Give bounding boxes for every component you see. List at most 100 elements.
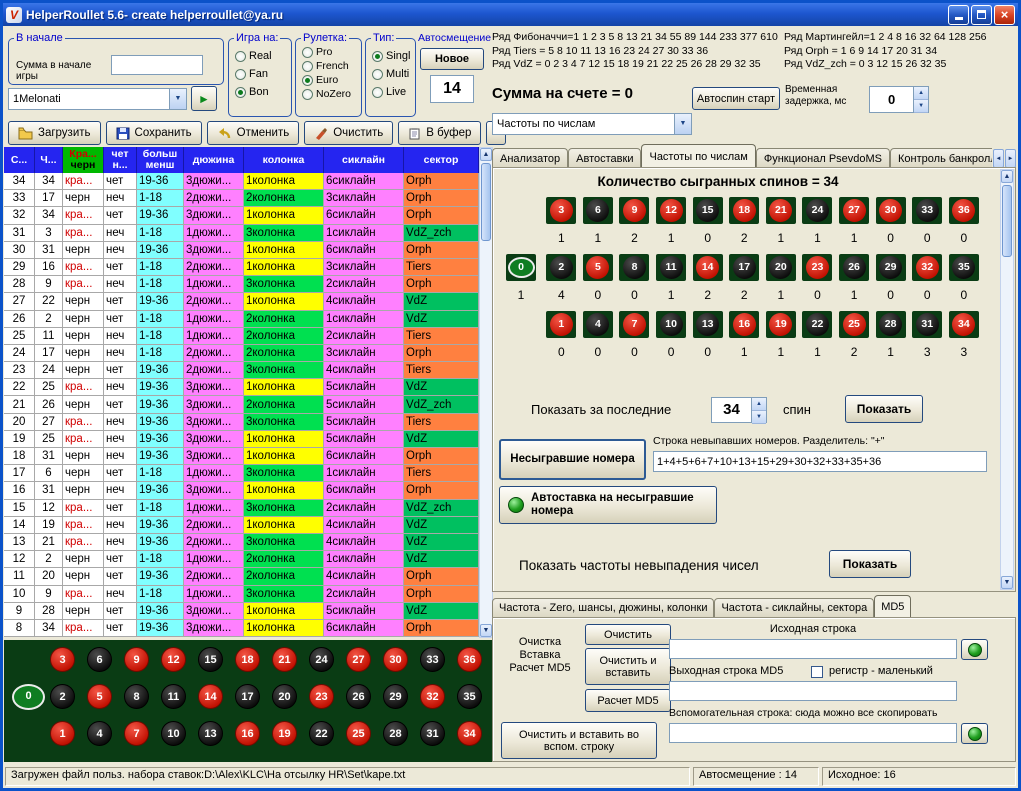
board-number-2[interactable]: 2 (50, 684, 75, 709)
titlebar[interactable]: V HelperRoullet 5.6- create helperroulle… (3, 3, 1018, 26)
undo-button[interactable]: Отменить (207, 121, 300, 145)
board-number-25[interactable]: 25 (346, 721, 371, 746)
board-number-20[interactable]: 20 (272, 684, 297, 709)
radio-icon[interactable] (302, 61, 313, 72)
radio-icon[interactable] (302, 89, 313, 100)
board-number-8[interactable]: 8 (124, 684, 149, 709)
scroll-down-icon[interactable]: ▼ (480, 624, 492, 637)
play-button[interactable]: ► (191, 86, 217, 111)
aux-string-input[interactable] (669, 723, 957, 743)
tab-md5[interactable]: MD5 (874, 595, 911, 617)
freq-number-29[interactable]: 29 (876, 254, 906, 281)
output-string-input[interactable] (669, 681, 957, 701)
scroll-up-icon[interactable]: ▲ (480, 148, 492, 161)
board-number-24[interactable]: 24 (309, 647, 334, 672)
table-row[interactable]: 176чернчет1-181дюжи...3колонка1сиклайнTi… (4, 465, 479, 482)
board-number-23[interactable]: 23 (309, 684, 334, 709)
board-number-13[interactable]: 13 (198, 721, 223, 746)
freq-number-35[interactable]: 35 (949, 254, 979, 281)
radio-icon[interactable] (235, 69, 246, 80)
board-number-34[interactable]: 34 (457, 721, 482, 746)
board-number-10[interactable]: 10 (161, 721, 186, 746)
freq-number-30[interactable]: 30 (876, 197, 906, 224)
freq-number-7[interactable]: 7 (619, 311, 649, 338)
freq-number-18[interactable]: 18 (729, 197, 759, 224)
table-row[interactable]: 122чернчет1-181дюжи...2колонка1сиклайнVd… (4, 551, 479, 568)
table-row[interactable]: 109кра...неч1-181дюжи...3колонка2сиклайн… (4, 586, 479, 603)
freq-number-20[interactable]: 20 (766, 254, 796, 281)
freq-number-13[interactable]: 13 (693, 311, 723, 338)
last-spins-spinner[interactable]: 34 ▲▼ (711, 397, 767, 423)
spin-up-icon[interactable]: ▲ (914, 87, 928, 100)
board-number-30[interactable]: 30 (383, 647, 408, 672)
freq-number-26[interactable]: 26 (839, 254, 869, 281)
table-row[interactable]: 1631черннеч19-363дюжи...1колонка6сиклайн… (4, 482, 479, 499)
spin-up-icon[interactable]: ▲ (752, 398, 766, 411)
tab-частоты-по-числам[interactable]: Частоты по числам (641, 144, 755, 168)
radio-icon[interactable] (372, 69, 383, 80)
mode-combobox[interactable]: Частоты по числам ▼ (492, 113, 692, 135)
dropdown-arrow-icon[interactable]: ▼ (674, 114, 691, 134)
radio-option-live[interactable]: Live (372, 86, 415, 98)
freq-number-12[interactable]: 12 (656, 197, 686, 224)
board-number-5[interactable]: 5 (87, 684, 112, 709)
board-number-16[interactable]: 16 (235, 721, 260, 746)
freq-number-6[interactable]: 6 (583, 197, 613, 224)
board-number-6[interactable]: 6 (87, 647, 112, 672)
table-row[interactable]: 2511черннеч1-181дюжи...2колонка2сиклайнT… (4, 328, 479, 345)
freq-number-25[interactable]: 25 (839, 311, 869, 338)
delay-spinner[interactable]: 0 ▲▼ (869, 86, 929, 113)
freq-number-22[interactable]: 22 (802, 311, 832, 338)
table-row[interactable]: 1120чернчет19-362дюжи...2колонка4сиклайн… (4, 568, 479, 585)
save-button[interactable]: Сохранить (106, 121, 202, 145)
board-number-35[interactable]: 35 (457, 684, 482, 709)
clear-button[interactable]: Очистить (304, 121, 393, 145)
freq-number-33[interactable]: 33 (912, 197, 942, 224)
md5-calc-button[interactable]: Расчет MD5 (585, 689, 671, 712)
md5-clear-button[interactable]: Очистить (585, 624, 671, 645)
board-number-9[interactable]: 9 (124, 647, 149, 672)
radio-icon[interactable] (235, 87, 246, 98)
new-autoshift-button[interactable]: Новое (420, 48, 484, 70)
freq-number-3[interactable]: 3 (546, 197, 576, 224)
scrollbar-thumb[interactable] (1002, 185, 1012, 257)
scroll-up-icon[interactable]: ▲ (1001, 170, 1013, 183)
start-sum-input[interactable] (111, 55, 203, 75)
radio-option-bon[interactable]: Bon (235, 86, 291, 98)
freq-number-15[interactable]: 15 (693, 197, 723, 224)
missed-numbers-input[interactable] (653, 451, 987, 472)
freq-number-14[interactable]: 14 (693, 254, 723, 281)
freq-number-16[interactable]: 16 (729, 311, 759, 338)
radio-option-singl[interactable]: Singl (372, 50, 415, 62)
close-button[interactable]: × (994, 5, 1015, 25)
freq-number-27[interactable]: 27 (839, 197, 869, 224)
board-number-17[interactable]: 17 (235, 684, 260, 709)
radio-option-real[interactable]: Real (235, 50, 291, 62)
freq-number-31[interactable]: 31 (912, 311, 942, 338)
tab-функционал-psevdoms[interactable]: Функционал PsevdoMS (756, 148, 890, 168)
radio-option-pro[interactable]: Pro (302, 46, 361, 58)
freq-number-32[interactable]: 32 (912, 254, 942, 281)
board-number-33[interactable]: 33 (420, 647, 445, 672)
missed-numbers-button[interactable]: Несыгравшие номера (499, 439, 646, 480)
freq-number-8[interactable]: 8 (619, 254, 649, 281)
freq-number-28[interactable]: 28 (876, 311, 906, 338)
board-number-3[interactable]: 3 (50, 647, 75, 672)
table-row[interactable]: 2722чернчет19-362дюжи...1колонка4сиклайн… (4, 293, 479, 310)
board-number-21[interactable]: 21 (272, 647, 297, 672)
table-row[interactable]: 2225кра...неч19-363дюжи...1колонка5сикла… (4, 379, 479, 396)
tab-контроль-банкролла[interactable]: Контроль банкролла (890, 148, 992, 168)
table-row[interactable]: 3234кра...чет19-363дюжи...1колонка6сикла… (4, 207, 479, 224)
freq-number-17[interactable]: 17 (729, 254, 759, 281)
tab-автоставки[interactable]: Автоставки (568, 148, 641, 168)
table-row[interactable]: 2324чернчет19-362дюжи...3колонка4сиклайн… (4, 362, 479, 379)
board-number-18[interactable]: 18 (235, 647, 260, 672)
tab-частота-zero-шансы-дюжины-колонки[interactable]: Частота - Zero, шансы, дюжины, колонки (492, 598, 714, 617)
radio-icon[interactable] (372, 87, 383, 98)
scroll-down-icon[interactable]: ▼ (1001, 576, 1013, 589)
preset-combobox[interactable]: 1Melonati ▼ (8, 88, 187, 110)
freq-number-5[interactable]: 5 (583, 254, 613, 281)
table-row[interactable]: 3317черннеч1-182дюжи...2колонка3сиклайнO… (4, 190, 479, 207)
freq-number-1[interactable]: 1 (546, 311, 576, 338)
freq-number-19[interactable]: 19 (766, 311, 796, 338)
